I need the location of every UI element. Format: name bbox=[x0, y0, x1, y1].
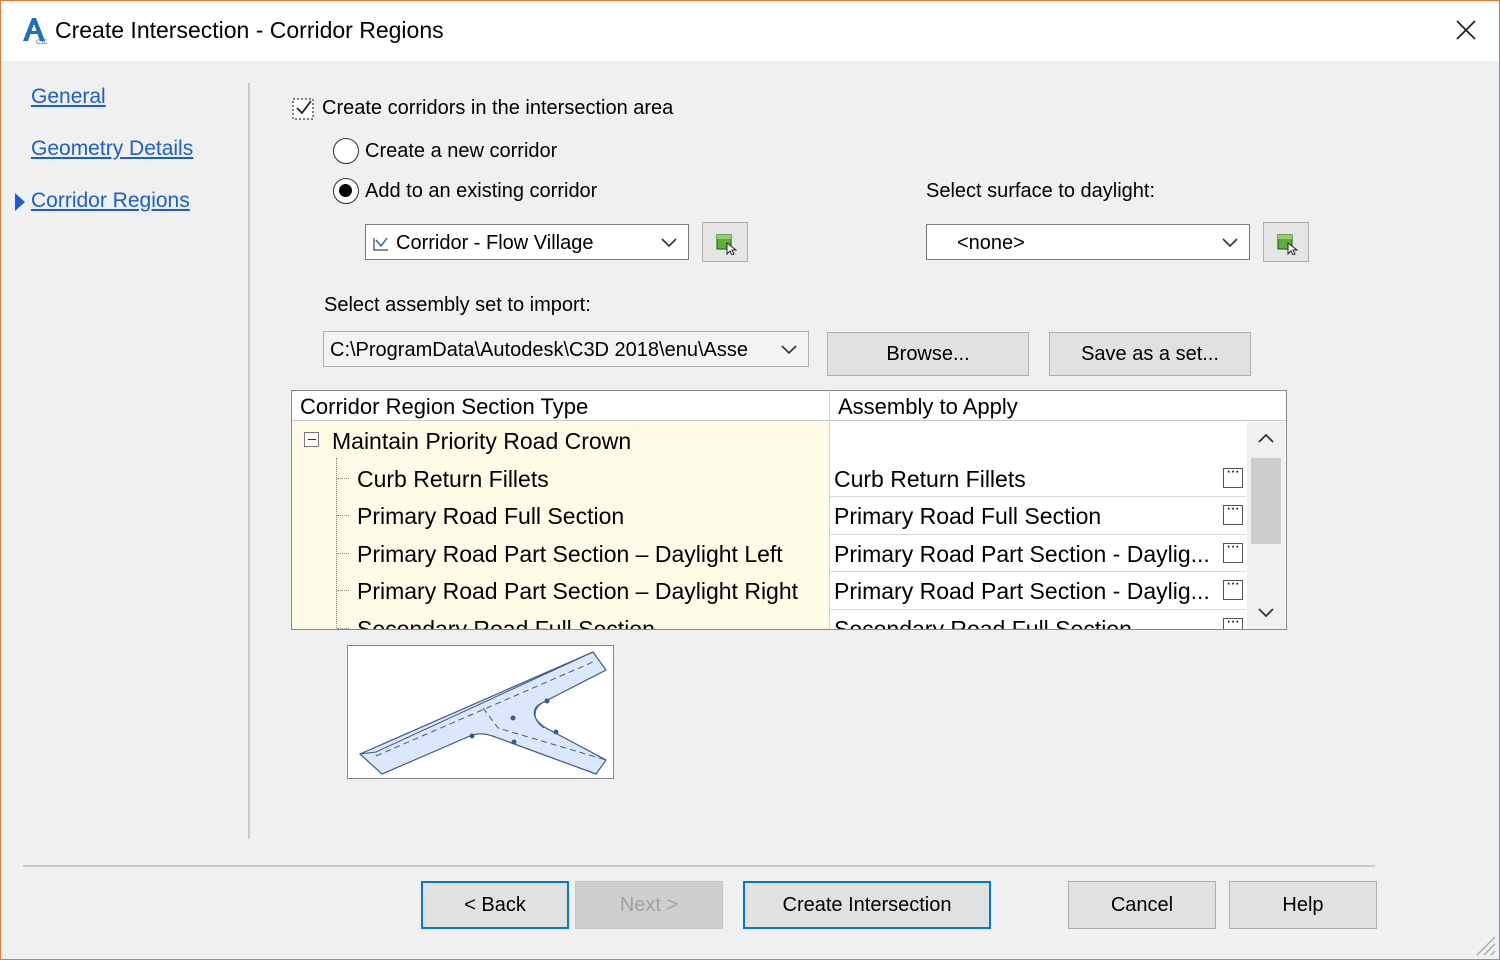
assembly-cell[interactable]: Primary Road Full Section bbox=[834, 503, 1101, 530]
ellipsis-button[interactable] bbox=[1223, 500, 1243, 525]
corridor-select[interactable]: Corridor - Flow Village bbox=[365, 224, 689, 260]
pick-corridor-button[interactable] bbox=[702, 222, 748, 262]
back-button[interactable]: < Back bbox=[421, 881, 569, 929]
window-title: Create Intersection - Corridor Regions bbox=[55, 17, 444, 43]
ellipsis-button[interactable] bbox=[1223, 463, 1243, 488]
table-row[interactable]: Secondary Road Full Section Secondary Ro… bbox=[292, 610, 1246, 630]
tree-connector bbox=[337, 515, 349, 516]
column-divider[interactable] bbox=[829, 391, 830, 421]
create-intersection-button[interactable]: Create Intersection bbox=[743, 881, 991, 929]
assembly-set-label: Select assembly set to import: bbox=[324, 294, 591, 316]
resize-grip-icon[interactable] bbox=[1471, 931, 1497, 957]
nav-link-corridor-regions[interactable]: Corridor Regions bbox=[31, 189, 190, 213]
nav-divider bbox=[248, 83, 250, 839]
section-type-cell: Primary Road Part Section – Daylight Lef… bbox=[357, 540, 783, 567]
footer-divider bbox=[23, 865, 1375, 867]
svg-text:C3D: C3D bbox=[36, 40, 47, 45]
section-type-cell: Secondary Road Full Section bbox=[357, 615, 655, 630]
assembly-cell[interactable]: Primary Road Part Section - Daylig... bbox=[834, 541, 1210, 568]
tree-connector bbox=[337, 552, 349, 554]
nav-link-general[interactable]: General bbox=[31, 85, 106, 109]
corridor-select-value: Corridor - Flow Village bbox=[396, 232, 594, 254]
scrollbar-thumb[interactable] bbox=[1251, 458, 1281, 544]
section-type-cell: Primary Road Part Section – Daylight Rig… bbox=[357, 578, 799, 604]
assembly-set-select[interactable]: C:\ProgramData\Autodesk\C3D 2018\enu\Ass… bbox=[323, 331, 809, 367]
scroll-down-icon[interactable] bbox=[1247, 596, 1285, 630]
add-existing-corridor-label: Add to an existing corridor bbox=[365, 180, 598, 202]
assembly-cell[interactable]: Secondary Road Full Section bbox=[834, 616, 1132, 630]
cancel-button[interactable]: Cancel bbox=[1068, 881, 1216, 929]
intersection-diagram bbox=[358, 651, 607, 775]
column-header-section-type[interactable]: Corridor Region Section Type bbox=[300, 394, 588, 420]
browse-button[interactable]: Browse... bbox=[827, 332, 1029, 376]
table-row[interactable]: Primary Road Full Section Primary Road F… bbox=[292, 497, 1246, 535]
corridor-icon bbox=[373, 237, 388, 251]
assembly-cell[interactable]: Curb Return Fillets bbox=[834, 466, 1026, 493]
grid-scrollbar[interactable] bbox=[1247, 422, 1285, 630]
column-header-assembly[interactable]: Assembly to Apply bbox=[838, 394, 1018, 420]
tree-connector bbox=[337, 477, 349, 479]
close-icon[interactable] bbox=[1451, 15, 1481, 45]
assembly-set-path: C:\ProgramData\Autodesk\C3D 2018\enu\Ass… bbox=[330, 339, 748, 361]
create-new-corridor-label: Create a new corridor bbox=[365, 140, 558, 162]
table-row-group[interactable]: Maintain Priority Road Crown bbox=[292, 422, 1246, 460]
table-row[interactable]: Curb Return Fillets Curb Return Fillets bbox=[292, 460, 1246, 497]
help-button[interactable]: Help bbox=[1229, 881, 1377, 929]
title-bar: C3D Create Intersection - Corridor Regio… bbox=[1, 1, 1499, 61]
collapse-icon[interactable] bbox=[304, 432, 319, 447]
create-new-corridor-radio[interactable] bbox=[333, 138, 359, 164]
ellipsis-button[interactable] bbox=[1223, 538, 1243, 563]
pick-from-drawing-icon bbox=[716, 234, 738, 255]
dialog-window: C3D Create Intersection - Corridor Regio… bbox=[0, 0, 1500, 960]
grid-header: Corridor Region Section Type Assembly to… bbox=[292, 391, 1286, 421]
section-type-cell: Primary Road Full Section bbox=[357, 503, 625, 529]
section-type-cell: Curb Return Fillets bbox=[357, 465, 549, 492]
table-row[interactable]: Primary Road Part Section – Daylight Lef… bbox=[292, 535, 1246, 572]
tree-connector bbox=[337, 590, 349, 591]
add-existing-corridor-radio[interactable] bbox=[333, 178, 359, 204]
create-corridors-checkbox[interactable] bbox=[291, 95, 317, 121]
intersection-preview-image bbox=[347, 645, 614, 779]
ellipsis-button[interactable] bbox=[1223, 575, 1243, 600]
chevron-down-icon bbox=[781, 345, 797, 355]
chevron-down-icon bbox=[661, 238, 677, 248]
daylight-surface-select[interactable]: <none> bbox=[926, 224, 1250, 260]
current-page-arrow-icon bbox=[15, 193, 25, 211]
autocad-civil3d-app-icon: C3D bbox=[23, 18, 47, 45]
save-as-set-button[interactable]: Save as a set... bbox=[1049, 332, 1251, 376]
grid-body: Maintain Priority Road Crown Curb Return… bbox=[292, 422, 1246, 630]
pick-from-drawing-icon bbox=[1277, 234, 1299, 255]
table-row[interactable]: Primary Road Part Section – Daylight Rig… bbox=[292, 572, 1246, 610]
daylight-surface-value: <none> bbox=[957, 232, 1025, 254]
assembly-cell[interactable]: Primary Road Part Section - Daylig... bbox=[834, 578, 1210, 605]
tree-connector bbox=[337, 627, 349, 629]
chevron-down-icon bbox=[1222, 238, 1238, 248]
group-label: Maintain Priority Road Crown bbox=[332, 428, 632, 454]
pick-surface-button[interactable] bbox=[1263, 222, 1309, 262]
daylight-surface-label: Select surface to daylight: bbox=[926, 180, 1156, 202]
nav-link-geometry-details[interactable]: Geometry Details bbox=[31, 137, 193, 161]
create-corridors-label: Create corridors in the intersection are… bbox=[322, 97, 674, 119]
ellipsis-button[interactable] bbox=[1223, 613, 1243, 629]
corridor-region-grid: Corridor Region Section Type Assembly to… bbox=[291, 390, 1287, 630]
next-button[interactable]: Next > bbox=[575, 881, 723, 929]
scroll-up-icon[interactable] bbox=[1247, 422, 1285, 456]
